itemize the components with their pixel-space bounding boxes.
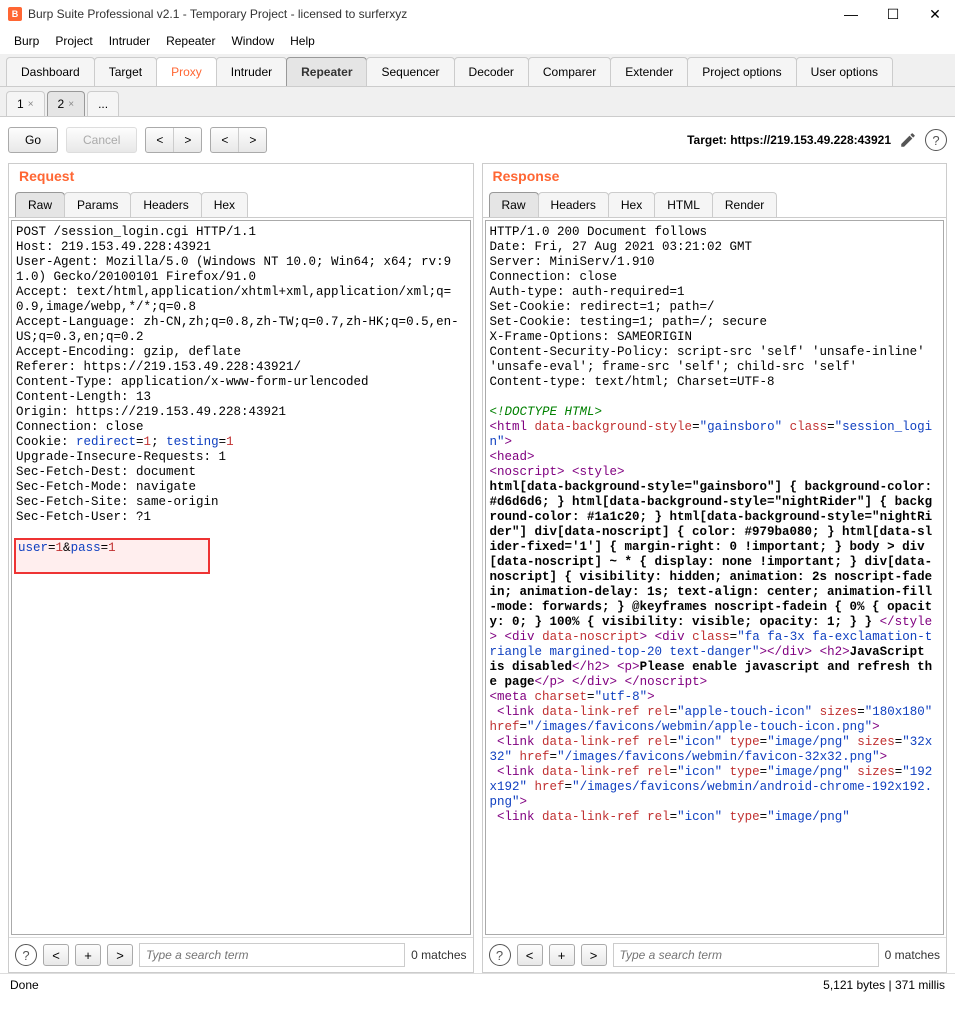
subtab-more[interactable]: ... — [87, 91, 119, 116]
request-tabs: Raw Params Headers Hex — [9, 192, 473, 218]
menu-intruder[interactable]: Intruder — [103, 32, 156, 50]
maximize-button[interactable]: ☐ — [881, 2, 905, 26]
request-pane: Request Raw Params Headers Hex POST /ses… — [8, 163, 474, 973]
titlebar: B Burp Suite Professional v2.1 - Tempora… — [0, 0, 955, 28]
window-title: Burp Suite Professional v2.1 - Temporary… — [28, 7, 839, 21]
menu-repeater[interactable]: Repeater — [160, 32, 221, 50]
menu-help[interactable]: Help — [284, 32, 321, 50]
status-right: 5,121 bytes | 371 millis — [823, 978, 945, 992]
search-add-button[interactable]: + — [75, 944, 101, 966]
search-next-button[interactable]: > — [107, 944, 133, 966]
subtab-2[interactable]: 2× — [47, 91, 86, 116]
close-button[interactable]: ✕ — [923, 2, 947, 26]
tab-decoder[interactable]: Decoder — [454, 57, 529, 86]
app-icon: B — [8, 7, 22, 21]
response-tab-render[interactable]: Render — [712, 192, 777, 217]
request-title: Request — [9, 164, 473, 192]
repeater-subtabs: 1× 2× ... — [0, 87, 955, 117]
search-add-button[interactable]: + — [549, 944, 575, 966]
request-editor[interactable]: POST /session_login.cgi HTTP/1.1 Host: 2… — [11, 220, 471, 935]
response-tab-headers[interactable]: Headers — [538, 192, 609, 217]
menu-window[interactable]: Window — [225, 32, 280, 50]
request-tab-params[interactable]: Params — [64, 192, 131, 217]
help-icon[interactable]: ? — [15, 944, 37, 966]
panes: Request Raw Params Headers Hex POST /ses… — [0, 163, 955, 973]
response-tab-html[interactable]: HTML — [654, 192, 713, 217]
window-controls: — ☐ ✕ — [839, 2, 947, 26]
request-tab-hex[interactable]: Hex — [201, 192, 248, 217]
tab-intruder[interactable]: Intruder — [216, 57, 287, 86]
repeater-toolbar: Go Cancel < > < > Target: https://219.15… — [0, 117, 955, 163]
main-tabs: Dashboard Target Proxy Intruder Repeater… — [0, 54, 955, 87]
menu-burp[interactable]: Burp — [8, 32, 45, 50]
next-button[interactable]: > — [174, 128, 201, 152]
request-search: ? < + > 0 matches — [9, 937, 473, 972]
request-body-highlight: user=1&pass=1 — [16, 540, 208, 572]
response-pane: Response Raw Headers Hex HTML Render HTT… — [482, 163, 948, 973]
response-tab-raw[interactable]: Raw — [489, 192, 539, 217]
prev-button[interactable]: < — [146, 128, 174, 152]
tab-target[interactable]: Target — [94, 57, 157, 86]
help-icon[interactable]: ? — [489, 944, 511, 966]
response-search: ? < + > 0 matches — [483, 937, 947, 972]
pencil-icon[interactable] — [899, 131, 917, 149]
history-nav-1: < > — [145, 127, 202, 153]
search-input[interactable] — [613, 943, 879, 967]
matches-label: 0 matches — [411, 948, 466, 962]
response-title: Response — [483, 164, 947, 192]
subtab-1[interactable]: 1× — [6, 91, 45, 116]
status-left: Done — [10, 978, 39, 992]
tab-comparer[interactable]: Comparer — [528, 57, 611, 86]
search-prev-button[interactable]: < — [517, 944, 543, 966]
go-button[interactable]: Go — [8, 127, 58, 153]
response-tabs: Raw Headers Hex HTML Render — [483, 192, 947, 218]
minimize-button[interactable]: — — [839, 2, 863, 26]
search-next-button[interactable]: > — [581, 944, 607, 966]
response-tab-hex[interactable]: Hex — [608, 192, 655, 217]
next2-button[interactable]: > — [239, 128, 266, 152]
target-label: Target: https://219.153.49.228:43921 — [687, 133, 891, 147]
tab-project-options[interactable]: Project options — [687, 57, 796, 86]
request-tab-raw[interactable]: Raw — [15, 192, 65, 217]
cancel-button[interactable]: Cancel — [66, 127, 137, 153]
search-prev-button[interactable]: < — [43, 944, 69, 966]
close-icon[interactable]: × — [68, 99, 74, 110]
close-icon[interactable]: × — [28, 99, 34, 110]
prev2-button[interactable]: < — [211, 128, 239, 152]
tab-extender[interactable]: Extender — [610, 57, 688, 86]
tab-user-options[interactable]: User options — [796, 57, 893, 86]
tab-repeater[interactable]: Repeater — [286, 57, 367, 86]
request-tab-headers[interactable]: Headers — [130, 192, 201, 217]
search-input[interactable] — [139, 943, 405, 967]
menubar: Burp Project Intruder Repeater Window He… — [0, 28, 955, 54]
response-viewer[interactable]: HTTP/1.0 200 Document follows Date: Fri,… — [485, 220, 945, 935]
help-icon[interactable]: ? — [925, 129, 947, 151]
statusbar: Done 5,121 bytes | 371 millis — [0, 973, 955, 996]
tab-proxy[interactable]: Proxy — [156, 57, 217, 86]
tab-dashboard[interactable]: Dashboard — [6, 57, 95, 86]
history-nav-2: < > — [210, 127, 267, 153]
matches-label: 0 matches — [885, 948, 940, 962]
menu-project[interactable]: Project — [49, 32, 98, 50]
tab-sequencer[interactable]: Sequencer — [366, 57, 454, 86]
